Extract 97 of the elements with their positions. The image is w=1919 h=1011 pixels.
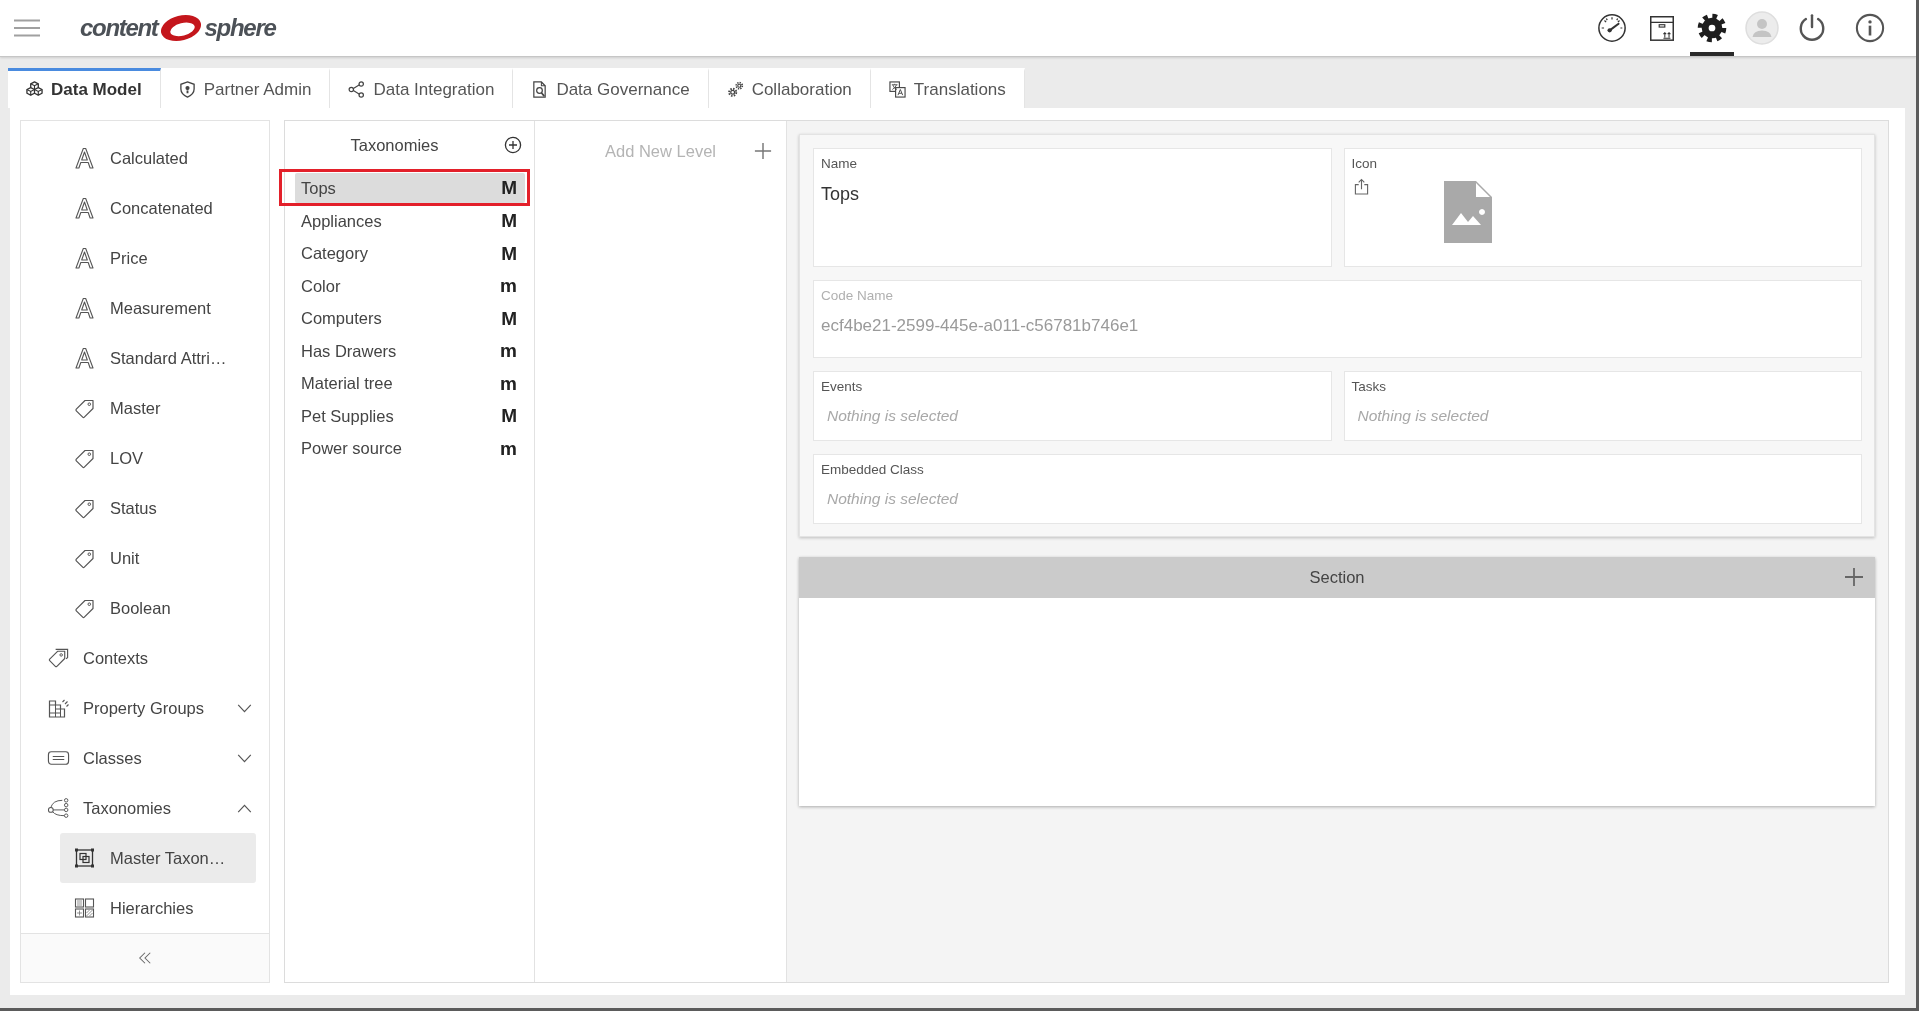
taxonomy-item[interactable]: Material tree m <box>295 367 525 400</box>
info-icon <box>1855 12 1885 43</box>
taxonomy-item[interactable]: Appliances M <box>295 205 525 238</box>
field-label: Code Name <box>821 288 894 304</box>
gears-icon <box>726 81 744 98</box>
grid-icon <box>73 897 96 919</box>
letter-a-icon <box>73 147 96 169</box>
sidebar-item[interactable]: Classes <box>21 733 269 783</box>
type-letter: m <box>500 437 517 460</box>
letter-a-icon <box>73 347 96 369</box>
name-input[interactable]: Tops <box>821 184 1323 205</box>
sidebar-item[interactable]: Hierarchies <box>60 883 256 933</box>
sidebar-item[interactable]: Master Taxon… <box>60 833 256 883</box>
plus-icon <box>754 142 772 160</box>
text-field[interactable]: Name Tops <box>813 148 1332 267</box>
column-title: Taxonomies <box>349 135 440 155</box>
stacked-boxes-icon <box>47 697 70 719</box>
type-letter: M <box>501 242 517 265</box>
sidebar-item[interactable]: Unit <box>60 533 256 583</box>
shield-icon <box>178 81 196 98</box>
tags-icon <box>47 647 70 669</box>
upload-icon <box>1354 177 1369 195</box>
node-tree-icon <box>47 797 70 819</box>
user-avatar-icon <box>1745 10 1779 45</box>
add-section-button[interactable] <box>1844 567 1864 587</box>
tag-icon <box>73 397 96 419</box>
tag-icon <box>73 497 96 519</box>
tag-icon <box>73 447 96 469</box>
sidebar-item[interactable]: Contexts <box>21 633 269 683</box>
tab[interactable]: Collaboration <box>708 68 871 108</box>
sidebar-item[interactable]: Boolean <box>60 583 256 633</box>
upload-button[interactable] <box>1353 177 1370 195</box>
sidebar-item[interactable]: Taxonomies <box>21 783 269 833</box>
letter-a-icon <box>73 247 96 269</box>
type-letter: M <box>501 210 517 233</box>
field-label: Tasks <box>1351 379 1386 395</box>
tab[interactable]: Data Governance <box>513 68 709 108</box>
field-label: Icon <box>1351 156 1378 172</box>
framed-squares-icon <box>73 847 96 869</box>
taxonomy-item[interactable]: Tops M <box>295 173 525 203</box>
taxonomy-item[interactable]: Pet Supplies M <box>295 400 525 433</box>
add-taxonomy-button[interactable] <box>504 136 522 154</box>
sidebar-item[interactable]: Calculated <box>60 133 256 183</box>
taxonomy-item[interactable]: Has Drawers m <box>295 335 525 368</box>
type-letter: M <box>501 307 517 330</box>
select-field[interactable]: Events Nothing is selected <box>813 371 1332 441</box>
select-input[interactable]: Nothing is selected <box>821 490 1853 508</box>
share-nodes-icon <box>348 81 366 98</box>
section-title: Section <box>1309 568 1365 587</box>
power-icon <box>1797 12 1827 43</box>
field-label: Events <box>821 379 863 395</box>
menu-icon <box>14 19 40 37</box>
cubes-icon <box>26 81 43 98</box>
tab[interactable]: Data Model <box>8 68 161 108</box>
sidebar-item[interactable]: Status <box>60 483 256 533</box>
taxonomy-item[interactable]: Category M <box>295 237 525 270</box>
select-field[interactable]: Tasks Nothing is selected <box>1343 371 1862 441</box>
plus-circle-icon <box>504 136 522 154</box>
sidebar-item[interactable]: Price <box>60 233 256 283</box>
tag-icon <box>73 547 96 569</box>
tag-icon <box>73 597 96 619</box>
new-level-input[interactable]: Add New Level <box>605 141 754 161</box>
logo-text: sphere <box>204 14 276 42</box>
plus-icon <box>1844 567 1864 587</box>
letter-a-icon <box>73 297 96 319</box>
menu-button[interactable] <box>14 19 40 37</box>
sidebar-item[interactable]: Master <box>60 383 256 433</box>
settings-icon <box>1697 12 1727 43</box>
gauge-icon <box>1597 12 1627 43</box>
translate-icon <box>888 81 906 98</box>
field-label: Name <box>821 156 857 172</box>
taxonomy-item[interactable]: Color m <box>295 270 525 303</box>
type-letter: M <box>501 405 517 428</box>
type-letter: m <box>500 372 517 395</box>
field-label: Embedded Class <box>821 462 924 478</box>
image-file-icon <box>1443 181 1492 243</box>
sidebar-item[interactable]: Measurement <box>60 283 256 333</box>
sidebar-item[interactable]: Concatenated <box>60 183 256 233</box>
sidebar-item[interactable]: Standard Attri… <box>60 333 256 383</box>
select-input[interactable]: Nothing is selected <box>1351 407 1853 425</box>
double-chevron-left-icon <box>138 951 152 965</box>
type-letter: m <box>500 275 517 298</box>
select-input[interactable]: Nothing is selected <box>821 407 1323 425</box>
letter-a-icon <box>73 197 96 219</box>
sidebar-item[interactable]: Property Groups <box>21 683 269 733</box>
type-letter: M <box>501 177 517 199</box>
document-search-icon <box>531 81 549 98</box>
logo-text: content <box>80 14 158 42</box>
tab[interactable]: Translations <box>870 68 1025 108</box>
add-level-button[interactable] <box>754 142 772 160</box>
select-field[interactable]: Embedded Class Nothing is selected <box>813 454 1862 524</box>
sidebar-item[interactable]: LOV <box>60 433 256 483</box>
taxonomy-item[interactable]: Computers M <box>295 302 525 335</box>
taxonomy-item[interactable]: Power source m <box>295 432 525 465</box>
tab[interactable]: Partner Admin <box>160 68 331 108</box>
type-letter: m <box>500 340 517 363</box>
tab[interactable]: Data Integration <box>330 68 514 108</box>
